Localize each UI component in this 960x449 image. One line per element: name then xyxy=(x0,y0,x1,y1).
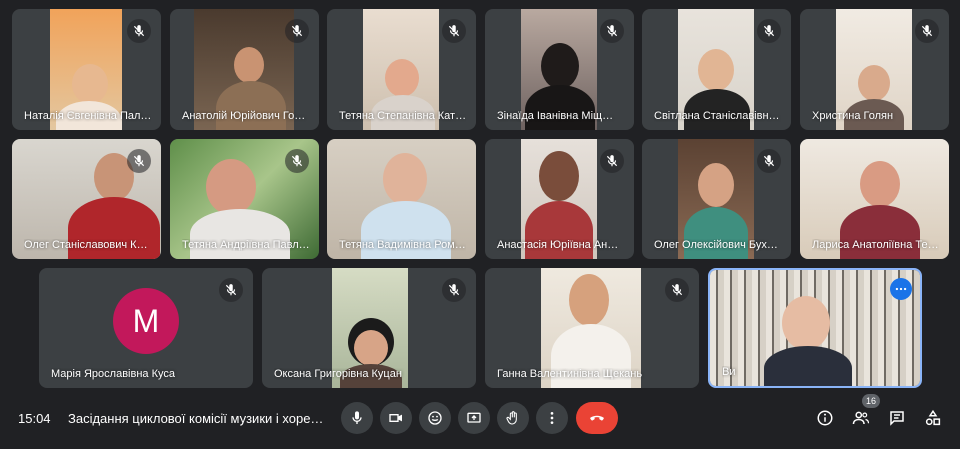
muted-mic-icon xyxy=(757,149,781,173)
muted-mic-icon xyxy=(600,149,624,173)
participant-face xyxy=(234,47,264,83)
activities-icon xyxy=(925,409,941,426)
participant-tile[interactable]: Зінаїда Іванівна Міщ… xyxy=(485,9,634,130)
mic-icon xyxy=(352,411,362,424)
muted-mic-icon xyxy=(442,19,466,43)
muted-mic-icon xyxy=(127,19,151,43)
participant-tile[interactable]: Тетяна Андріївна Павл… xyxy=(170,139,319,259)
participant-body xyxy=(525,85,595,130)
raise-hand-icon xyxy=(506,411,517,425)
people-button[interactable] xyxy=(849,406,873,430)
participant-tile[interactable]: Олег Станіславович К… xyxy=(12,139,161,259)
more-options-button[interactable] xyxy=(536,402,568,434)
participant-name: Зінаїда Іванівна Міщ… xyxy=(497,110,614,122)
participant-tile[interactable]: Світлана Станіславівн… xyxy=(642,9,791,130)
muted-mic-icon xyxy=(285,149,309,173)
participant-tile[interactable]: Олег Олексійович Бух… xyxy=(642,139,791,259)
participant-tile[interactable]: Лариса Анатоліївна Те… xyxy=(800,139,949,259)
participant-face xyxy=(698,49,734,91)
participant-name: Олег Станіславович К… xyxy=(24,239,148,251)
participant-name: Ви xyxy=(722,366,736,378)
participant-tile[interactable]: Анатолій Юрійович Го… xyxy=(170,9,319,130)
participant-face xyxy=(860,161,900,207)
participant-tile[interactable]: M Марія Ярославівна Куса xyxy=(39,268,253,388)
participant-name: Наталія Євгенівна Пал… xyxy=(24,110,151,122)
participant-tile[interactable]: Ганна Валентинівна Щекань xyxy=(485,268,699,388)
camera-button[interactable] xyxy=(380,402,412,434)
participant-face xyxy=(858,65,890,101)
bottom-toolbar: 15:04 Засідання циклової комісії музики … xyxy=(0,398,960,438)
participant-name: Марія Ярославівна Куса xyxy=(51,368,175,380)
muted-mic-icon xyxy=(600,19,624,43)
camera-icon xyxy=(389,414,402,422)
muted-mic-icon xyxy=(915,19,939,43)
participant-face xyxy=(383,153,427,205)
participant-name: Оксана Григорівна Куцан xyxy=(274,368,402,380)
participant-tile[interactable]: Анастасія Юріївна Ан… xyxy=(485,139,634,259)
muted-mic-icon xyxy=(442,278,466,302)
raise-hand-button[interactable] xyxy=(497,402,529,434)
participant-face xyxy=(698,163,734,207)
avatar: M xyxy=(113,288,179,354)
people-icon xyxy=(852,411,870,425)
activities-button[interactable] xyxy=(921,406,945,430)
muted-mic-icon xyxy=(127,149,151,173)
meeting-details-button[interactable] xyxy=(813,406,837,430)
muted-mic-icon xyxy=(219,278,243,302)
participant-name: Лариса Анатоліївна Те… xyxy=(812,239,939,251)
participant-name: Тетяна Андріївна Павл… xyxy=(182,239,309,251)
participant-tile[interactable]: Наталія Євгенівна Пал… xyxy=(12,9,161,130)
muted-mic-icon xyxy=(285,19,309,43)
participant-face xyxy=(354,330,388,366)
more-horizontal-icon xyxy=(895,287,907,291)
participant-tile[interactable]: Оксана Григорівна Куцан xyxy=(262,268,476,388)
present-button[interactable] xyxy=(458,402,490,434)
participant-count-badge: 16 xyxy=(862,394,880,408)
participant-name: Олег Олексійович Бух… xyxy=(654,239,778,251)
chat-icon xyxy=(890,411,904,426)
participant-face xyxy=(541,43,579,89)
participant-face xyxy=(569,274,609,326)
participant-face xyxy=(72,64,108,104)
emoji-icon xyxy=(428,411,442,425)
clock: 15:04 xyxy=(18,410,51,426)
participant-face xyxy=(539,151,579,201)
participant-body xyxy=(190,209,290,259)
participant-tile[interactable]: Христина Голян xyxy=(800,9,949,130)
emoji-button[interactable] xyxy=(419,402,451,434)
participant-name: Анатолій Юрійович Го… xyxy=(182,110,306,122)
meeting-title: Засідання циклової комісії музики і хоре… xyxy=(68,410,324,426)
end-call-icon xyxy=(590,415,604,421)
participant-tile[interactable]: Тетяна Вадимівна Ром… xyxy=(327,139,476,259)
participant-face xyxy=(206,159,256,215)
participant-name: Тетяна Степанівна Кат… xyxy=(339,110,466,122)
participant-face xyxy=(782,296,830,350)
participant-name: Анастасія Юріївна Ан… xyxy=(497,239,619,251)
muted-mic-icon xyxy=(665,278,689,302)
participant-face xyxy=(385,59,419,97)
more-options-icon xyxy=(550,412,554,424)
participant-name: Світлана Станіславівн… xyxy=(654,110,780,122)
participant-name: Христина Голян xyxy=(812,110,894,122)
participant-name: Тетяна Вадимівна Ром… xyxy=(339,239,466,251)
participant-tile[interactable]: Тетяна Степанівна Кат… xyxy=(327,9,476,130)
muted-mic-icon xyxy=(757,19,781,43)
self-view-tile[interactable]: Ви xyxy=(708,268,922,388)
mic-button[interactable] xyxy=(341,402,373,434)
tile-more-options-button[interactable] xyxy=(890,278,912,300)
end-call-button[interactable] xyxy=(576,402,618,434)
participant-body xyxy=(216,81,286,130)
chat-button[interactable] xyxy=(885,406,909,430)
info-icon xyxy=(817,410,833,426)
participant-body xyxy=(684,207,748,259)
participant-name: Ганна Валентинівна Щекань xyxy=(497,368,643,380)
present-screen-icon xyxy=(467,412,481,423)
